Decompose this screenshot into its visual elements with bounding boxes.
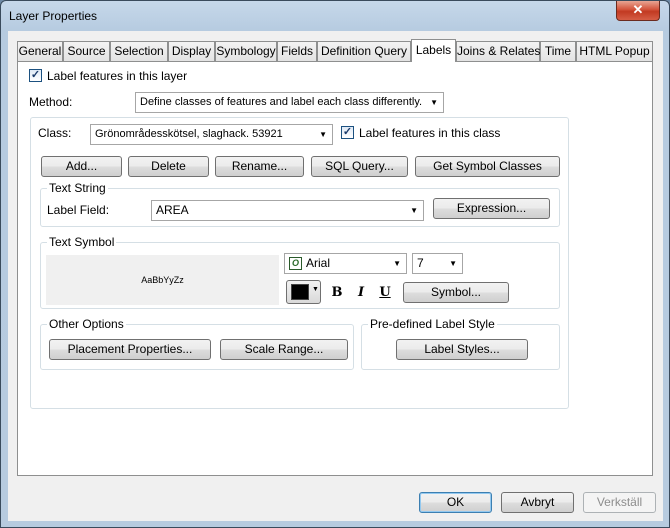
underline-button[interactable]: U xyxy=(374,282,396,303)
chevron-down-icon: ▼ xyxy=(393,259,401,268)
other-options-group: Other Options Placement Properties... Sc… xyxy=(40,317,354,370)
title-bar[interactable]: Layer Properties ✕ xyxy=(1,1,669,31)
scale-range-button[interactable]: Scale Range... xyxy=(220,339,348,360)
delete-class-button[interactable]: Delete xyxy=(128,156,209,177)
italic-button[interactable]: I xyxy=(350,282,372,303)
label-field-value: AREA xyxy=(156,203,189,217)
class-dropdown[interactable]: Grönområdesskötsel, slaghack. 53921 ▼ xyxy=(90,124,333,145)
labels-tab-panel: ✓ Label features in this layer Method: D… xyxy=(17,61,653,476)
label-field-dropdown[interactable]: AREA ▼ xyxy=(151,200,424,221)
sql-query-button[interactable]: SQL Query... xyxy=(311,156,408,177)
tab-joins-relates[interactable]: Joins & Relates xyxy=(456,41,540,61)
rename-class-button[interactable]: Rename... xyxy=(215,156,304,177)
ok-button[interactable]: OK xyxy=(419,492,492,513)
dialog-client: General Source Selection Display Symbolo… xyxy=(8,31,663,521)
chevron-down-icon: ▼ xyxy=(319,130,327,139)
tab-source[interactable]: Source xyxy=(63,41,110,61)
method-value: Define classes of features and label eac… xyxy=(140,96,423,108)
class-value: Grönområdesskötsel, slaghack. 53921 xyxy=(95,128,283,140)
cancel-button[interactable]: Avbryt xyxy=(501,492,574,513)
label-features-layer-label: Label features in this layer xyxy=(47,69,188,83)
tab-general[interactable]: General xyxy=(17,41,63,61)
method-label: Method: xyxy=(29,95,73,109)
class-group: Class: Grönområdesskötsel, slaghack. 539… xyxy=(30,117,569,409)
text-color-button[interactable]: ▼ xyxy=(286,280,321,304)
other-options-title: Other Options xyxy=(47,317,126,331)
tab-time[interactable]: Time xyxy=(540,41,576,61)
method-dropdown[interactable]: Define classes of features and label eac… xyxy=(135,92,444,113)
text-symbol-preview: AaBbYyZz xyxy=(46,255,279,305)
chevron-down-icon: ▼ xyxy=(449,259,457,268)
text-symbol-title: Text Symbol xyxy=(47,235,117,249)
font-value: Arial xyxy=(306,256,331,270)
font-dropdown[interactable]: O Arial ▼ xyxy=(284,253,407,274)
layer-properties-window: Layer Properties ✕ General Source Select… xyxy=(0,0,670,528)
label-features-class-label: Label features in this class xyxy=(359,126,501,140)
apply-button[interactable]: Verkställ xyxy=(583,492,656,513)
placement-properties-button[interactable]: Placement Properties... xyxy=(49,339,211,360)
font-size-value: 7 xyxy=(417,256,424,270)
expression-button[interactable]: Expression... xyxy=(433,198,550,219)
tab-html-popup[interactable]: HTML Popup xyxy=(576,41,653,61)
label-styles-button[interactable]: Label Styles... xyxy=(396,339,528,360)
symbol-button[interactable]: Symbol... xyxy=(403,282,509,303)
tab-labels[interactable]: Labels xyxy=(411,39,456,62)
class-label: Class: xyxy=(38,126,72,140)
tab-display[interactable]: Display xyxy=(168,41,215,61)
chevron-down-icon: ▼ xyxy=(430,98,438,107)
predefined-label-style-title: Pre-defined Label Style xyxy=(368,317,497,331)
predefined-label-style-group: Pre-defined Label Style Label Styles... xyxy=(361,317,560,370)
color-swatch xyxy=(291,284,309,300)
label-features-layer-checkbox[interactable]: ✓ xyxy=(29,69,42,82)
chevron-down-icon: ▼ xyxy=(312,286,319,293)
tab-fields[interactable]: Fields xyxy=(277,41,317,61)
text-symbol-group: Text Symbol AaBbYyZz O Arial ▼ 7 ▼ ▼ B I… xyxy=(40,235,560,309)
window-title: Layer Properties xyxy=(9,9,98,23)
add-class-button[interactable]: Add... xyxy=(41,156,122,177)
tab-definition-query[interactable]: Definition Query xyxy=(317,41,411,61)
bold-button[interactable]: B xyxy=(326,282,348,303)
get-symbol-classes-button[interactable]: Get Symbol Classes xyxy=(415,156,560,177)
font-size-dropdown[interactable]: 7 ▼ xyxy=(412,253,463,274)
tab-symbology[interactable]: Symbology xyxy=(215,41,277,61)
close-button[interactable]: ✕ xyxy=(616,1,660,21)
chevron-down-icon: ▼ xyxy=(410,206,418,215)
label-field-label: Label Field: xyxy=(47,203,110,217)
text-string-title: Text String xyxy=(47,181,108,195)
text-string-group: Text String Label Field: AREA ▼ Expressi… xyxy=(40,181,560,227)
label-features-class-checkbox[interactable]: ✓ xyxy=(341,126,354,139)
opentype-font-icon: O xyxy=(289,257,302,271)
tab-selection[interactable]: Selection xyxy=(110,41,168,61)
